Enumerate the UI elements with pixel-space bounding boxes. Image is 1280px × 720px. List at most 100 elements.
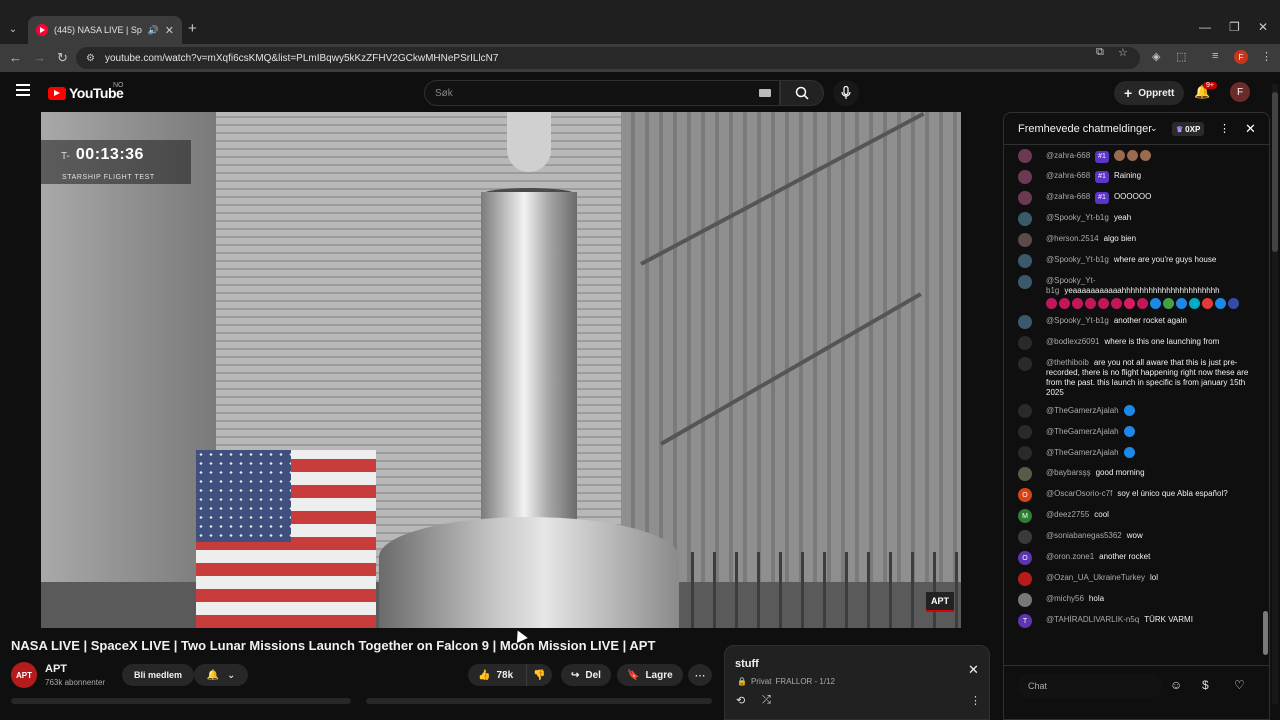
chat-message[interactable]: @thethiboib are you not all aware that th… — [1004, 353, 1262, 400]
chat-message[interactable]: @Spooky_Yt-b1g yeaaaaaaaaaaahhhhhhhhhhhhh… — [1004, 271, 1262, 311]
back-icon[interactable]: ← — [9, 50, 22, 65]
forward-icon[interactable]: → — [33, 50, 46, 65]
chat-author-avatar[interactable] — [1018, 275, 1032, 289]
subscription-bell-button[interactable]: 🔔 ⌄ — [194, 664, 248, 686]
chat-author-name[interactable]: @soniabanegas5362 — [1046, 531, 1122, 540]
keyboard-icon[interactable] — [759, 89, 771, 97]
chat-mode-title[interactable]: Fremhevede chatmeldinger — [1018, 123, 1152, 135]
page-scrollbar-thumb[interactable] — [1272, 92, 1278, 252]
site-info-icon[interactable]: ⚙ — [86, 53, 95, 64]
playlist-menu-icon[interactable]: ⋮ — [970, 694, 981, 707]
chat-author-name[interactable]: @Spooky_Yt-b1g — [1046, 213, 1109, 222]
chat-author-avatar[interactable] — [1018, 467, 1032, 481]
account-avatar[interactable]: F — [1230, 82, 1250, 102]
chat-message[interactable]: @Spooky_Yt-b1g another rocket again — [1004, 311, 1262, 332]
search-input[interactable]: Søk — [424, 80, 780, 106]
chat-author-name[interactable]: @Ozan_UA_UkraineTurkey — [1046, 573, 1145, 582]
chat-scrollbar[interactable] — [1263, 149, 1268, 663]
chat-author-avatar[interactable] — [1018, 212, 1032, 226]
chat-author-avatar[interactable]: T — [1018, 614, 1032, 628]
chat-author-name[interactable]: @TheGamerzAjalah — [1046, 406, 1119, 415]
browser-profile-avatar[interactable]: F — [1234, 50, 1248, 64]
join-button[interactable]: Bli medlem — [122, 664, 195, 686]
chat-message[interactable]: @TheGamerzAjalah — [1004, 442, 1262, 463]
playlist-title[interactable]: stuff — [735, 658, 759, 670]
new-tab-icon[interactable]: + — [188, 20, 197, 37]
install-app-icon[interactable]: ⧉ — [1096, 46, 1104, 59]
chat-author-name[interactable]: @michy56 — [1046, 594, 1084, 603]
chat-message[interactable]: O @oron.zone1 another rocket — [1004, 547, 1262, 568]
restore-icon[interactable]: ❐ — [1229, 20, 1240, 34]
extensions-puzzle-icon[interactable]: ⬚ — [1176, 50, 1186, 63]
more-actions-icon[interactable]: ⋯ — [688, 664, 712, 686]
chat-author-avatar[interactable]: M — [1018, 509, 1032, 523]
chat-message[interactable]: @soniabanegas5362 wow — [1004, 526, 1262, 547]
chat-author-name[interactable]: @Spooky_Yt-b1g — [1046, 255, 1109, 264]
chat-message[interactable]: @zahra-668 #1 OOOOOO — [1004, 187, 1262, 208]
chat-scrollbar-thumb[interactable] — [1263, 611, 1268, 655]
tab-close-icon[interactable]: ✕ — [165, 24, 174, 37]
video-player[interactable]: T- 00:13:36 STARSHIP FLIGHT TEST — [41, 112, 961, 628]
chat-message-list[interactable]: @zahra-668 #1 @zahra-668 #1 Raining @zahra-66… — [1004, 145, 1262, 665]
chat-author-name[interactable]: @TAHİRADLIVARLIK-n5q — [1046, 615, 1139, 624]
chat-author-avatar[interactable] — [1018, 572, 1032, 586]
channel-watermark[interactable]: APT — [926, 592, 954, 612]
chat-message[interactable]: @Spooky_Yt-b1g where are you're guys hous… — [1004, 250, 1262, 271]
dislike-button[interactable]: 👎 — [526, 664, 552, 686]
chat-message[interactable]: @TheGamerzAjalah — [1004, 421, 1262, 442]
page-scrollbar[interactable] — [1272, 84, 1278, 704]
chat-message[interactable]: @herson.2514 algo bien — [1004, 229, 1262, 250]
address-bar[interactable]: ⚙ youtube.com/watch?v=mXqfi6csKMQ&list=P… — [76, 47, 1140, 69]
chat-author-name[interactable]: @bodlexz6091 — [1046, 337, 1100, 346]
chat-author-avatar[interactable] — [1018, 233, 1032, 247]
shuffle-icon[interactable]: ⤮ — [762, 694, 771, 707]
media-controls-icon[interactable]: ≡ — [1212, 50, 1218, 62]
tab-search-chevron-icon[interactable]: ⌄ — [4, 20, 22, 38]
chat-author-name[interactable]: @Spooky_Yt-b1g — [1046, 316, 1109, 325]
audio-playing-icon[interactable]: 🔊 — [148, 25, 159, 36]
chat-author-avatar[interactable] — [1018, 404, 1032, 418]
chat-author-name[interactable]: @zahra-668 — [1046, 171, 1090, 180]
chat-menu-icon[interactable]: ⋮ — [1219, 122, 1230, 135]
playlist-close-icon[interactable]: ✕ — [968, 662, 979, 678]
browser-tab[interactable]: (445) NASA LIVE | SpaceX L 🔊 ✕ — [28, 16, 182, 44]
chat-author-name[interactable]: @zahra-668 — [1046, 192, 1090, 201]
channel-avatar[interactable]: APT — [11, 662, 37, 688]
create-button[interactable]: + Opprett — [1114, 81, 1185, 105]
extension-icon[interactable]: ◈ — [1152, 50, 1160, 63]
chat-author-name[interactable]: @thethiboib — [1046, 358, 1089, 367]
chat-author-avatar[interactable]: O — [1018, 551, 1032, 565]
chat-message[interactable]: M @deez2755 cool — [1004, 505, 1262, 526]
chat-author-name[interactable]: @deez2755 — [1046, 510, 1089, 519]
emoji-icon[interactable]: ☺ — [1170, 678, 1182, 692]
chat-author-avatar[interactable] — [1018, 357, 1032, 371]
chat-author-avatar[interactable] — [1018, 593, 1032, 607]
chat-author-avatar[interactable] — [1018, 530, 1032, 544]
chat-message[interactable]: @zahra-668 #1 Raining — [1004, 166, 1262, 187]
share-button[interactable]: ↪ Del — [561, 664, 611, 686]
like-button[interactable]: 👍 78k — [468, 664, 526, 686]
chat-author-name[interactable]: @oron.zone1 — [1046, 552, 1094, 561]
channel-name[interactable]: APT — [45, 663, 67, 675]
loop-icon[interactable]: ⟲ — [736, 694, 745, 707]
chat-close-icon[interactable]: ✕ — [1245, 121, 1256, 137]
chat-author-avatar[interactable] — [1018, 191, 1032, 205]
chat-author-name[interactable]: @herson.2514 — [1046, 234, 1099, 243]
chat-author-avatar[interactable] — [1018, 170, 1032, 184]
chat-message[interactable]: @bodlexz6091 where is this one launching … — [1004, 332, 1262, 353]
window-close-icon[interactable]: ✕ — [1258, 20, 1268, 34]
bookmark-star-icon[interactable]: ☆ — [1118, 46, 1128, 59]
super-chat-icon[interactable]: $ — [1202, 678, 1209, 692]
chat-author-name[interactable]: @TheGamerzAjalah — [1046, 427, 1119, 436]
chat-author-name[interactable]: @OscarOsorio-c7f — [1046, 489, 1112, 498]
search-button[interactable] — [780, 80, 824, 106]
chat-author-name[interactable]: @zahra-668 — [1046, 151, 1090, 160]
browser-menu-icon[interactable]: ⋮ — [1261, 50, 1272, 63]
chat-message[interactable]: @TheGamerzAjalah — [1004, 400, 1262, 421]
reload-icon[interactable]: ↻ — [57, 50, 68, 66]
chat-input[interactable]: Chat — [1018, 674, 1162, 698]
minimize-icon[interactable]: — — [1199, 20, 1211, 34]
chat-message[interactable]: @baybarsşş good morning — [1004, 463, 1262, 484]
chat-message[interactable]: @Ozan_UA_UkraineTurkey lol — [1004, 568, 1262, 589]
chat-message[interactable]: T @TAHİRADLIVARLIK-n5q TÜRK VARMI — [1004, 610, 1262, 631]
